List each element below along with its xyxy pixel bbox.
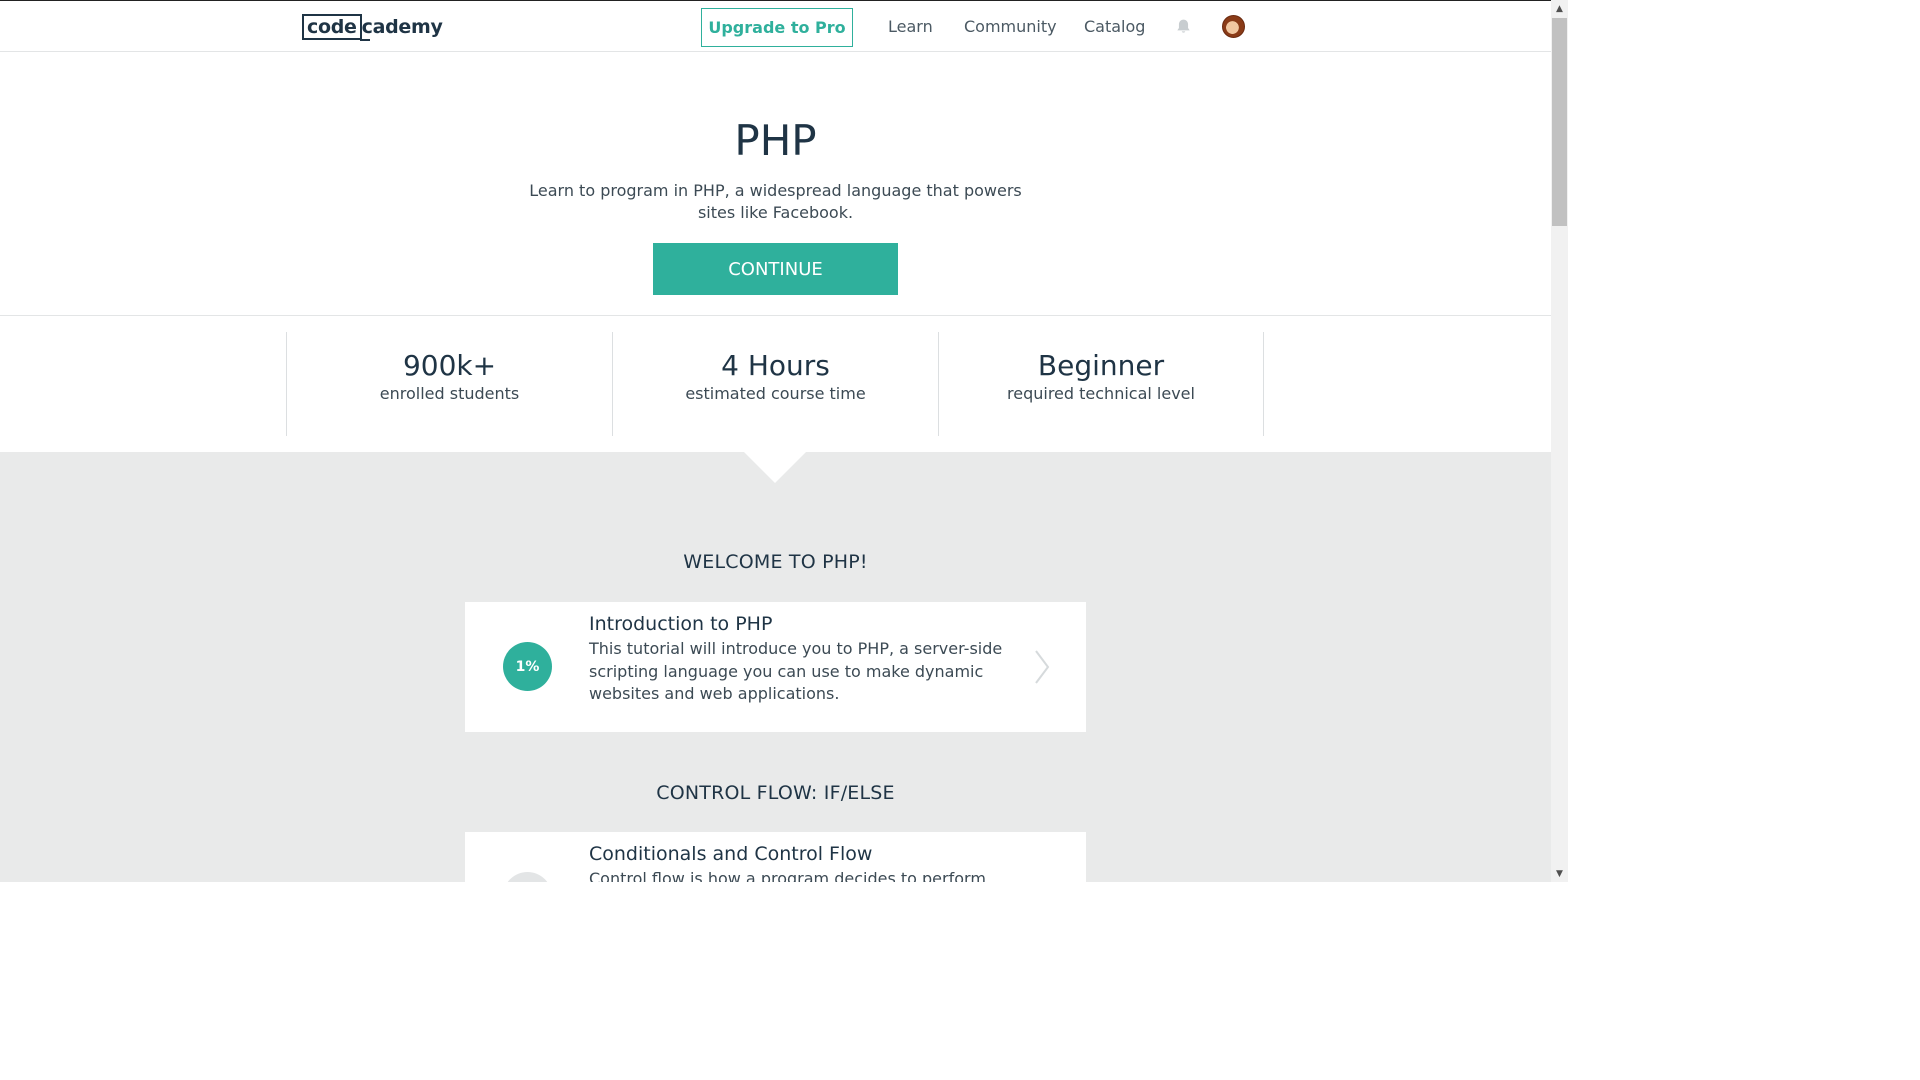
lesson-title: Conditionals and Control Flow bbox=[589, 843, 873, 865]
progress-badge bbox=[503, 872, 552, 882]
nav-learn-link[interactable]: Learn bbox=[888, 17, 933, 36]
section-notch bbox=[744, 452, 806, 483]
stat-value: 4 Hours bbox=[721, 349, 830, 382]
nav-catalog-link[interactable]: Catalog bbox=[1084, 17, 1145, 36]
user-avatar[interactable] bbox=[1222, 15, 1245, 38]
stat-level: Beginner required technical level bbox=[938, 332, 1264, 436]
lesson-title: Introduction to PHP bbox=[589, 613, 773, 635]
scroll-down-icon[interactable]: ▼ bbox=[1551, 865, 1568, 882]
codecademy-logo[interactable]: code cademy bbox=[302, 13, 443, 41]
stat-label: estimated course time bbox=[685, 384, 866, 403]
logo-text: cademy bbox=[359, 16, 443, 41]
stat-value: 900k+ bbox=[402, 349, 497, 382]
top-nav: code cademy Upgrade to Pro Learn Communi… bbox=[0, 0, 1551, 52]
continue-button[interactable]: CONTINUE bbox=[653, 243, 898, 295]
lesson-description: This tutorial will introduce you to PHP,… bbox=[589, 639, 1003, 703]
scrollbar-thumb[interactable] bbox=[1552, 18, 1567, 226]
stat-enrolled: 900k+ enrolled students bbox=[286, 332, 612, 436]
course-title: PHP bbox=[734, 116, 817, 165]
viewport: code cademy Upgrade to Pro Learn Communi… bbox=[0, 0, 1551, 882]
hero-divider bbox=[0, 315, 1551, 316]
progress-badge: 1% bbox=[503, 642, 552, 691]
page: code cademy Upgrade to Pro Learn Communi… bbox=[0, 0, 1568, 882]
course-description: Learn to program in PHP, a widespread la… bbox=[529, 181, 1022, 222]
logo-code-box: code bbox=[302, 14, 362, 40]
lesson-description: Control flow is how a program decides to… bbox=[589, 869, 986, 882]
upgrade-to-pro-button[interactable]: Upgrade to Pro bbox=[701, 8, 853, 47]
scroll-up-icon[interactable]: ▲ bbox=[1551, 0, 1568, 17]
lesson-card-intro[interactable]: 1% Introduction to PHP This tutorial wil… bbox=[465, 602, 1086, 732]
lesson-card-control-flow[interactable]: Conditionals and Control Flow Control fl… bbox=[465, 832, 1086, 882]
section-title: CONTROL FLOW: IF/ELSE bbox=[656, 782, 895, 804]
stat-value: Beginner bbox=[1037, 349, 1165, 382]
bell-icon[interactable] bbox=[1175, 18, 1192, 35]
section-title: WELCOME TO PHP! bbox=[683, 551, 868, 573]
nav-community-link[interactable]: Community bbox=[964, 17, 1057, 36]
stat-label: required technical level bbox=[1007, 384, 1195, 403]
chevron-right-icon bbox=[1035, 650, 1050, 684]
stat-course-time: 4 Hours estimated course time bbox=[612, 332, 938, 436]
stat-label: enrolled students bbox=[379, 384, 520, 403]
